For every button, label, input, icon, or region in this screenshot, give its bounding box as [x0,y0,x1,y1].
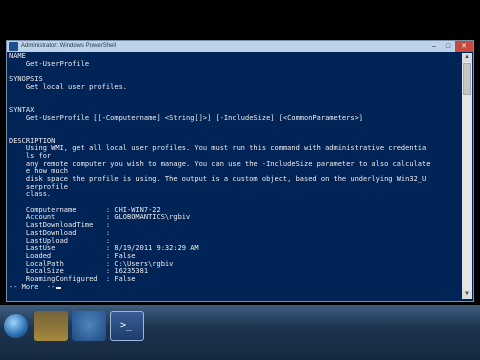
console-line: serprofile [9,182,69,191]
console-line: Get-UserProfile [9,59,90,68]
console-line: RoamingConfigured : False [9,274,136,283]
console-line: Get local user profiles. [9,82,128,91]
powershell-window: Administrator: Windows PowerShell – □ ✕ … [6,40,474,302]
powershell-icon [9,42,18,51]
taskbar-explorer-icon[interactable] [34,311,68,341]
taskbar-browser-icon[interactable] [72,311,106,341]
scroll-thumb[interactable] [463,63,471,95]
powershell-prompt-icon: >_ [120,320,133,331]
console-output[interactable]: NAME Get-UserProfile SYNOPSIS Get local u… [9,53,461,299]
scroll-up-arrow-icon[interactable]: ▲ [462,53,472,62]
more-prompt: -- More -- [9,282,56,291]
console-lines: NAME Get-UserProfile SYNOPSIS Get local u… [9,53,461,284]
minimize-button[interactable]: – [427,41,441,52]
taskbar-powershell-button[interactable]: >_ [110,311,144,341]
taskbar: >_ [0,305,480,360]
console-line: any remote computer you wish to manage. … [9,159,431,168]
start-button-icon[interactable] [4,314,28,338]
console-line: class. [9,190,52,199]
text-cursor [56,286,62,289]
console-line: disk space the profile is using. The out… [9,175,427,183]
vertical-scrollbar[interactable]: ▲ ▼ [462,53,472,299]
console-line: Using WMI, get all local user profiles. … [9,144,427,153]
title-bar[interactable]: Administrator: Windows PowerShell – □ ✕ [7,41,473,52]
window-title: Administrator: Windows PowerShell [21,43,117,49]
maximize-button[interactable]: □ [441,41,455,52]
scroll-down-arrow-icon[interactable]: ▼ [462,290,472,299]
more-prompt-line: -- More -- [9,282,461,292]
close-button[interactable]: ✕ [455,41,473,52]
console-line: Get-UserProfile [[-Computername] <String… [9,113,364,122]
